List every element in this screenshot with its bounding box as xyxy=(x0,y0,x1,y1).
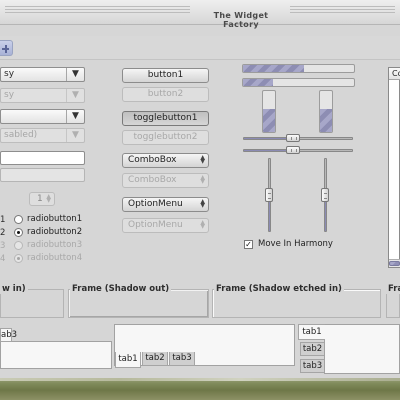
notebook-left-page xyxy=(0,341,112,369)
notebook-side-page xyxy=(324,324,400,374)
combo-entry-value: sy xyxy=(4,69,15,79)
combobox[interactable]: ComboBox ▲ ▼ xyxy=(122,153,209,168)
toolbar xyxy=(0,36,400,60)
checkmark-icon: ✓ xyxy=(245,240,252,249)
frame-shadow-out-label: Frame (Shadow out) xyxy=(70,284,172,294)
progress-fill xyxy=(243,65,305,72)
radiobutton4-label: radiobutton4 xyxy=(27,253,83,263)
text-entry[interactable] xyxy=(0,151,85,165)
updown-arrows-icon: ▲ ▼ xyxy=(200,198,205,209)
widget-factory-window: The Widget Factory sy ▼ sy ▼ ▼ sabled) ▼… xyxy=(0,0,400,378)
optionmenu-disabled-label: OptionMenu xyxy=(128,220,183,230)
check-label-2: 2 xyxy=(0,228,6,238)
combo-box-entry-disabled-value: sabled) xyxy=(4,130,38,140)
updown-arrows-icon: ▲ ▼ xyxy=(200,174,205,185)
progress-fill xyxy=(320,109,332,132)
radiobutton1[interactable] xyxy=(14,215,23,224)
radiobutton3-label: radiobutton3 xyxy=(27,240,83,250)
tab-side-1[interactable]: tab1 xyxy=(298,324,325,340)
optionmenu-label: OptionMenu xyxy=(128,199,183,209)
button2: button2 xyxy=(122,87,209,102)
combobox-label: ComboBox xyxy=(128,155,177,165)
frame-shadow-in-label: w in) xyxy=(0,284,28,294)
progress-bar-vertical-1 xyxy=(262,90,276,133)
hscale-1-knob[interactable] xyxy=(285,134,300,142)
list-column-header[interactable]: Co xyxy=(389,68,400,80)
togglebutton2: togglebutton2 xyxy=(122,130,209,145)
updown-arrows-icon: ▲ ▼ xyxy=(200,154,205,165)
radiobutton3 xyxy=(14,241,23,250)
optionmenu-disabled: OptionMenu ▲ ▼ xyxy=(122,218,209,233)
chevron-down-icon[interactable]: ▼ xyxy=(66,110,84,123)
progress-fill xyxy=(263,109,275,132)
tab-bottom-2[interactable]: tab2 xyxy=(142,352,168,366)
chevron-down-icon: ▼ xyxy=(66,129,84,142)
chevron-down-icon: ▼ xyxy=(66,89,84,102)
progress-bar-horizontal-1 xyxy=(242,64,355,73)
radiobutton2[interactable] xyxy=(14,228,23,237)
list-horizontal-scrollbar[interactable] xyxy=(389,259,400,267)
radiobutton4 xyxy=(14,254,23,263)
plus-icon[interactable] xyxy=(0,40,13,56)
combo-box-entry[interactable]: ▼ xyxy=(0,109,85,124)
chevron-down-icon[interactable]: ▼ xyxy=(66,68,84,81)
window-title: The Widget Factory xyxy=(213,11,269,29)
radiobutton2-label: radiobutton2 xyxy=(27,227,83,237)
scrollbar-thumb[interactable] xyxy=(389,261,400,266)
combo-box-entry-disabled: sabled) ▼ xyxy=(0,128,85,143)
frame-partial-label: Fra xyxy=(386,284,400,294)
check-label-3: 3 xyxy=(0,241,6,251)
notebook-left-tab[interactable]: ab3 xyxy=(0,328,17,342)
vscale-1-knob[interactable] xyxy=(265,188,273,202)
progress-bar-horizontal-2 xyxy=(242,78,355,87)
spin-value: 1 xyxy=(37,194,43,204)
radiobutton1-label: radiobutton1 xyxy=(27,214,83,224)
desktop-wallpaper xyxy=(0,375,400,400)
spin-arrows-icon[interactable]: ▲ ▼ xyxy=(46,194,51,204)
titlebar[interactable]: The Widget Factory xyxy=(0,0,400,29)
move-in-harmony-label: Move In Harmony xyxy=(258,239,333,249)
frame-shadow-etched-in-label: Frame (Shadow etched in) xyxy=(214,284,344,294)
combo-entry-disabled-value: sy xyxy=(4,90,15,100)
togglebutton1[interactable]: togglebutton1 xyxy=(122,111,209,126)
vscale-2-knob[interactable] xyxy=(321,188,329,202)
updown-arrows-icon: ▲ ▼ xyxy=(200,219,205,230)
text-entry-disabled xyxy=(0,168,85,182)
spin-button[interactable]: 1 ▲ ▼ xyxy=(29,192,55,206)
tab-bottom-3[interactable]: tab3 xyxy=(169,352,195,366)
tab-side-3[interactable]: tab3 xyxy=(300,359,324,373)
progress-fill xyxy=(243,79,273,86)
hscale-2-knob[interactable] xyxy=(285,146,300,154)
tab-side-2[interactable]: tab2 xyxy=(300,342,324,356)
list-view[interactable]: Co xyxy=(388,67,400,268)
progress-bar-vertical-2 xyxy=(319,90,333,133)
optionmenu[interactable]: OptionMenu ▲ ▼ xyxy=(122,197,209,212)
check-label-4: 4 xyxy=(0,254,6,264)
button1[interactable]: button1 xyxy=(122,68,209,83)
combobox-disabled: ComboBox ▲ ▼ xyxy=(122,173,209,188)
combo-entry[interactable]: sy ▼ xyxy=(0,67,85,82)
tab-bottom-1[interactable]: tab1 xyxy=(115,352,141,368)
move-in-harmony-checkbox[interactable]: ✓ xyxy=(244,240,253,249)
check-label-1: 1 xyxy=(0,215,6,225)
combobox-disabled-label: ComboBox xyxy=(128,175,177,185)
combo-entry-disabled: sy ▼ xyxy=(0,88,85,103)
